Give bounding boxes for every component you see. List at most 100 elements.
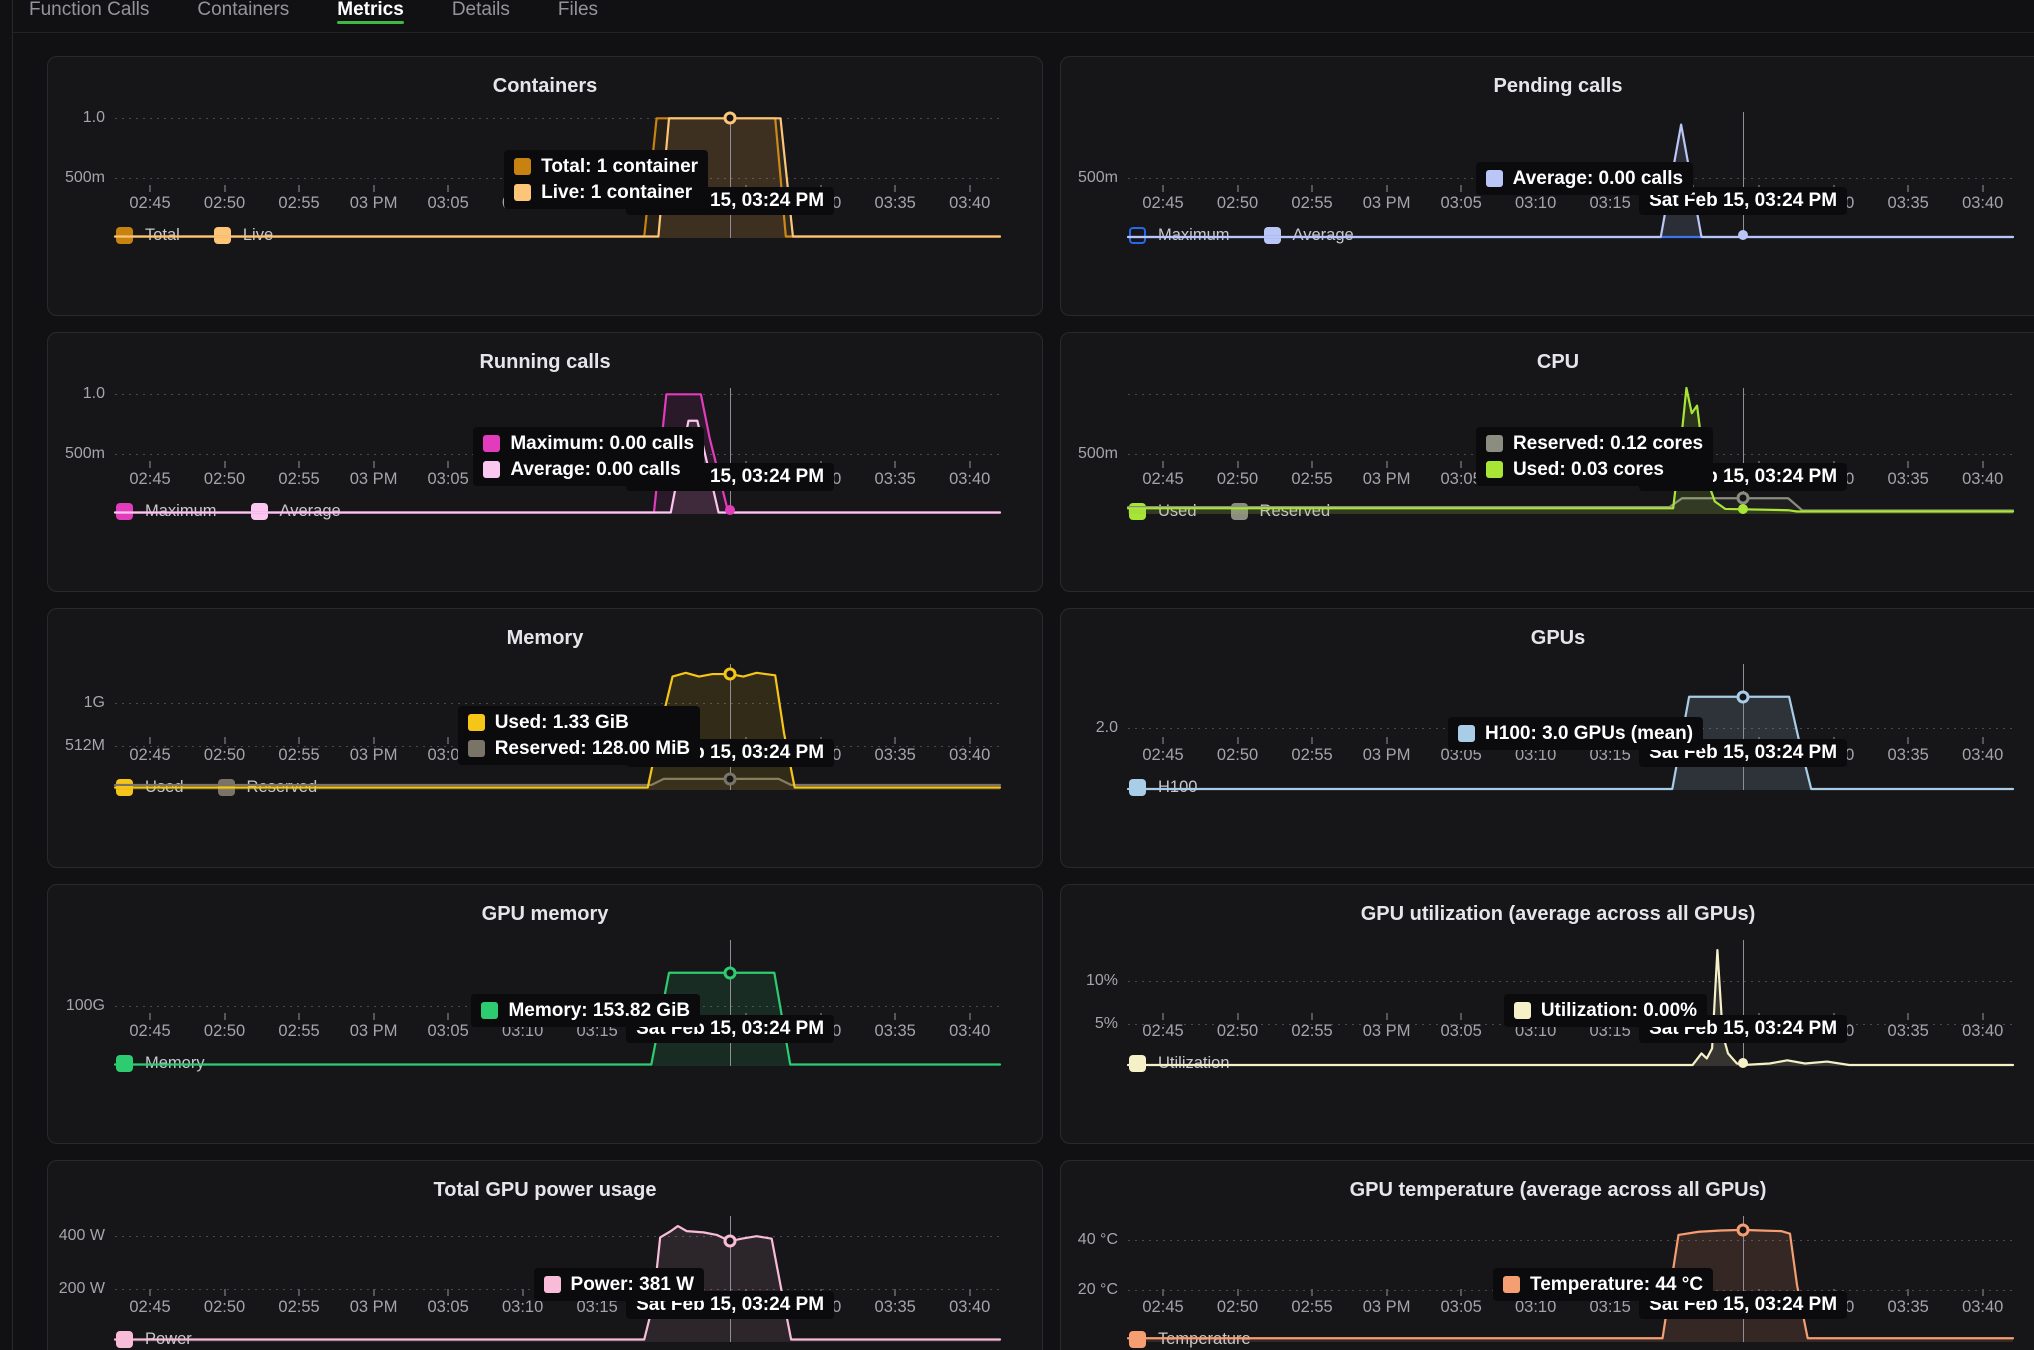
chart-area: 500m Average: 0.00 calls (1061, 112, 2034, 238)
tooltip-row: Reserved: 0.12 cores (1486, 432, 1703, 455)
chart-panel: Pending calls 500m Average: 0.00 calls 0… (1060, 56, 2034, 316)
tooltip-row: Temperature: 44 °C (1503, 1273, 1703, 1296)
tooltip-text: Total: 1 container (541, 155, 698, 178)
tooltip-series-swatch (468, 714, 485, 731)
y-axis-labels: 100G (48, 940, 105, 1066)
tab-function-calls[interactable]: Function Calls (29, 0, 149, 28)
y-axis-tick-label: 500m (65, 169, 105, 187)
y-axis-labels: 2.0 (1061, 664, 1118, 790)
chart-panel: GPU temperature (average across all GPUs… (1060, 1160, 2034, 1350)
data-point-marker (1737, 690, 1750, 703)
tooltip-text: Reserved: 128.00 MiB (495, 737, 690, 760)
y-axis-tick-label: 10% (1086, 972, 1118, 990)
plot-area[interactable]: Maximum: 0.00 callsAverage: 0.00 calls (115, 388, 1000, 514)
tooltip-row: Live: 1 container (514, 181, 698, 204)
tooltip-series-swatch (483, 461, 500, 478)
tooltip-row: Average: 0.00 calls (483, 458, 694, 481)
tooltip-series-swatch (1486, 435, 1503, 452)
tooltip-series-swatch (514, 184, 531, 201)
chart-tooltip: Total: 1 container Live: 1 container (504, 150, 708, 209)
plot-area[interactable]: Power: 381 W (115, 1216, 1000, 1342)
data-point-marker (724, 966, 737, 979)
chart-panel: GPUs 2.0 H100: 3.0 GPUs (mean) 02:4502:5… (1060, 608, 2034, 868)
y-axis-tick-label: 2.0 (1096, 719, 1118, 737)
chart-title: GPU utilization (average across all GPUs… (1061, 901, 2034, 927)
chart-tooltip: H100: 3.0 GPUs (mean) (1448, 717, 1703, 750)
chart-title: Running calls (48, 349, 1042, 375)
tooltip-row: Reserved: 128.00 MiB (468, 737, 690, 760)
plot-area[interactable]: Used: 1.33 GiBReserved: 128.00 MiB (115, 664, 1000, 790)
data-point-marker (1738, 1058, 1748, 1068)
chart-panel: Total GPU power usage 400 W200 W Power: … (47, 1160, 1043, 1350)
tooltip-row: Used: 0.03 cores (1486, 458, 1703, 481)
plot-area[interactable]: Memory: 153.82 GiB (115, 940, 1000, 1066)
tooltip-text: Live: 1 container (541, 181, 692, 204)
chart-title: GPU memory (48, 901, 1042, 927)
tooltip-text: Temperature: 44 °C (1530, 1273, 1703, 1296)
y-axis-labels: 500m (1061, 388, 1118, 514)
tooltip-series-swatch (1514, 1002, 1531, 1019)
chart-title: Pending calls (1061, 73, 2034, 99)
tooltip-text: Average: 0.00 calls (1513, 167, 1683, 190)
y-axis-tick-label: 1.0 (83, 109, 105, 127)
chart-title: GPUs (1061, 625, 2034, 651)
y-axis-tick-label: 500m (1078, 169, 1118, 187)
chart-panel: GPU utilization (average across all GPUs… (1060, 884, 2034, 1144)
tooltip-row: Utilization: 0.00% (1514, 999, 1697, 1022)
chart-title: Containers (48, 73, 1042, 99)
tooltip-row: Total: 1 container (514, 155, 698, 178)
chart-tooltip: Memory: 153.82 GiB (471, 994, 700, 1027)
tooltip-text: H100: 3.0 GPUs (mean) (1485, 722, 1693, 745)
plot-area[interactable]: Temperature: 44 °C (1128, 1216, 2013, 1342)
chart-title: Total GPU power usage (48, 1177, 1042, 1203)
y-axis-labels: 40 °C20 °C (1061, 1216, 1118, 1342)
tab-bar-tabs: Function Calls Containers Metrics Details Fi… (29, 0, 598, 28)
crosshair-line (730, 388, 731, 514)
y-axis-labels: 1G512M (48, 664, 105, 790)
tooltip-row: Average: 0.00 calls (1486, 167, 1683, 190)
plot-area[interactable]: H100: 3.0 GPUs (mean) (1128, 664, 2013, 790)
tooltip-text: Reserved: 0.12 cores (1513, 432, 1703, 455)
data-point-marker (724, 112, 737, 125)
chart-tooltip: Average: 0.00 calls (1476, 162, 1693, 195)
data-point-marker (724, 772, 737, 785)
tooltip-text: Memory: 153.82 GiB (508, 999, 690, 1022)
chart-tooltip: Maximum: 0.00 callsAverage: 0.00 calls (473, 427, 704, 486)
tab-files[interactable]: Files (558, 0, 598, 28)
data-point-marker (724, 1235, 737, 1248)
crosshair-line (730, 112, 731, 238)
crosshair-line (730, 664, 731, 790)
data-point-marker (1737, 1223, 1750, 1236)
tab-metrics[interactable]: Metrics (337, 0, 404, 28)
y-axis-tick-label: 512M (65, 737, 105, 755)
y-axis-tick-label: 500m (65, 445, 105, 463)
y-axis-labels: 500m (1061, 112, 1118, 238)
tooltip-series-swatch (1486, 461, 1503, 478)
plot-area[interactable]: Total: 1 container Live: 1 container (115, 112, 1000, 238)
chart-area: 500m Reserved: 0.12 cores Used: 0.03 core… (1061, 388, 2034, 514)
tooltip-series-swatch (1458, 725, 1475, 742)
y-axis-tick-label: 500m (1078, 445, 1118, 463)
y-axis-tick-label: 1.0 (83, 385, 105, 403)
tooltip-row: Memory: 153.82 GiB (481, 999, 690, 1022)
y-axis-tick-label: 5% (1095, 1015, 1118, 1033)
chart-area: 10% 5% Utilization: 0.00% (1061, 940, 2034, 1066)
y-axis-labels: 1.0 500m (48, 112, 105, 238)
tooltip-text: Utilization: 0.00% (1541, 999, 1697, 1022)
plot-area[interactable]: Reserved: 0.12 cores Used: 0.03 cores (1128, 388, 2013, 514)
chart-panel: Containers 1.0 500m Total: 1 container Liv… (47, 56, 1043, 316)
data-point-marker (1737, 492, 1750, 505)
crosshair-line (1743, 940, 1744, 1066)
chart-area: 40 °C20 °C Temperature: 44 °C (1061, 1216, 2034, 1342)
plot-area[interactable]: Utilization: 0.00% (1128, 940, 2013, 1066)
tooltip-series-swatch (468, 740, 485, 757)
tab-details[interactable]: Details (452, 0, 510, 28)
data-point-marker (725, 505, 735, 515)
tooltip-row: Power: 381 W (544, 1273, 695, 1296)
plot-area[interactable]: Average: 0.00 calls (1128, 112, 2013, 238)
tab-containers[interactable]: Containers (197, 0, 289, 28)
chart-area: 1.0 500m Total: 1 container Live: 1 contai… (48, 112, 1042, 238)
chart-panel: Memory 1G512M Used: 1.33 GiBReserved: 12… (47, 608, 1043, 868)
page-left-border (12, 0, 13, 1350)
charts-grid: Containers 1.0 500m Total: 1 container Liv… (47, 56, 2034, 1350)
